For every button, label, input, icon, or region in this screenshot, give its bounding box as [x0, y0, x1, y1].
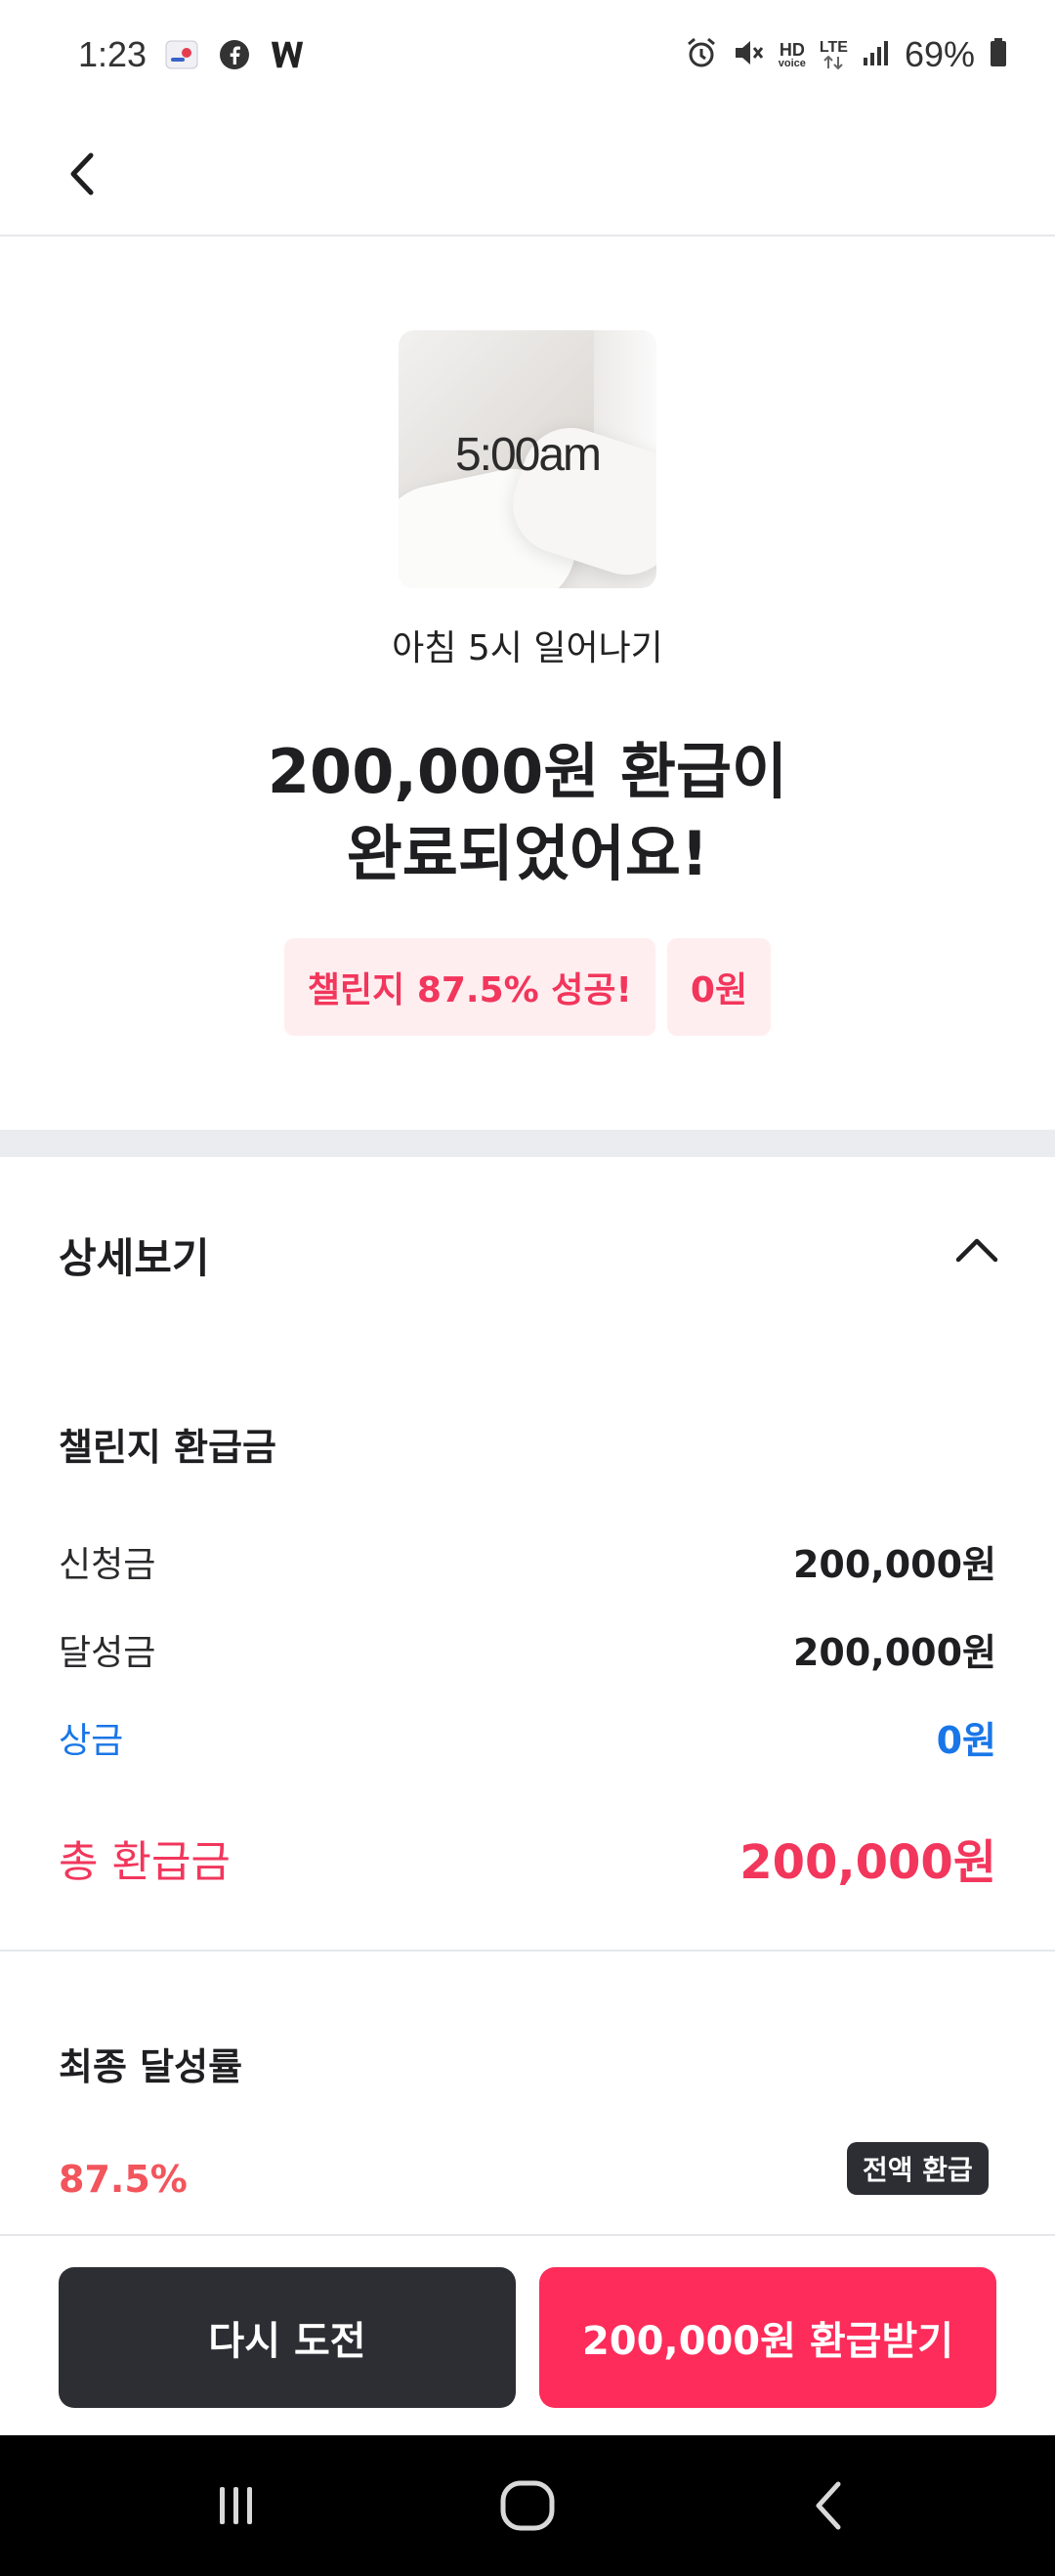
- total-refund-label: 총 환급금: [59, 1837, 231, 1887]
- refund-complete-title: 200,000원 환급이 완료되었어요!: [0, 731, 1055, 895]
- title-line-1: 200,000원 환급이: [267, 736, 788, 807]
- row-label: 상금: [59, 1720, 124, 1761]
- section-divider: [0, 1130, 1055, 1157]
- challenge-name: 아침 5시 일어나기: [392, 628, 663, 668]
- alarm-icon: [685, 36, 718, 73]
- status-bar: 1:23 HD voice LTE 69%: [0, 0, 1055, 109]
- row-value: 200,000원: [792, 1631, 996, 1674]
- detail-row: 달성금 200,000원: [59, 1622, 996, 1676]
- top-app-bar: [0, 109, 1055, 236]
- total-refund-value: 200,000원: [739, 1835, 996, 1890]
- chevron-left-icon: [70, 152, 94, 195]
- retry-button[interactable]: 다시 도전: [59, 2267, 516, 2408]
- receive-refund-button[interactable]: 200,000원 환급받기: [539, 2267, 996, 2408]
- result-badges: 챌린지 87.5% 성공! 0원: [0, 938, 1055, 1036]
- mute-icon: [732, 36, 765, 73]
- recent-apps-button[interactable]: [197, 2467, 275, 2545]
- back-arrow-icon: [816, 2481, 841, 2530]
- status-left: 1:23: [78, 34, 305, 75]
- row-value: 0원: [936, 1719, 996, 1762]
- chevron-up-icon: [955, 1238, 998, 1263]
- final-rate-title: 최종 달성률: [59, 2045, 243, 2088]
- recent-apps-icon: [220, 2487, 252, 2524]
- final-rate-value: 87.5%: [59, 2158, 188, 2201]
- refund-section-title: 챌린지 환급금: [59, 1426, 276, 1469]
- total-refund-row: 총 환급금 200,000원: [59, 1824, 996, 1892]
- home-icon: [500, 2480, 555, 2531]
- details-toggle[interactable]: 상세보기: [0, 1157, 1055, 1352]
- challenge-thumbnail: 5:00am: [399, 330, 656, 588]
- lte-label: LTE: [819, 39, 848, 56]
- full-refund-badge: 전액 환급: [847, 2142, 989, 2195]
- status-right: HD voice LTE 69%: [685, 34, 1008, 75]
- hd-voice-icon: HD voice: [779, 41, 806, 69]
- prize-amount-badge: 0원: [666, 938, 772, 1036]
- system-back-button[interactable]: [789, 2467, 867, 2545]
- detail-row-prize: 상금 0원: [59, 1710, 996, 1764]
- battery-icon: [989, 37, 1008, 72]
- home-button[interactable]: [488, 2467, 567, 2545]
- success-rate-badge: 챌린지 87.5% 성공!: [283, 938, 655, 1036]
- lte-icon: LTE: [820, 40, 848, 69]
- status-time: 1:23: [78, 34, 148, 74]
- voice-label: voice: [778, 57, 806, 69]
- hd-label: HD: [779, 39, 805, 60]
- detail-row: 신청금 200,000원: [59, 1534, 996, 1588]
- signal-icon: [862, 38, 891, 71]
- bottom-action-bar: 다시 도전 200,000원 환급받기: [0, 2234, 1055, 2435]
- ytn-app-icon: [164, 37, 199, 72]
- row-label: 신청금: [59, 1544, 156, 1585]
- facebook-icon: [217, 37, 252, 72]
- w-app-icon: [270, 37, 305, 72]
- row-label: 달성금: [59, 1632, 156, 1673]
- details-title: 상세보기: [59, 1234, 210, 1282]
- title-line-2: 완료되었어요!: [346, 818, 709, 889]
- row-value: 200,000원: [792, 1543, 996, 1586]
- system-nav-bar: [0, 2435, 1055, 2576]
- section-divider: [0, 1950, 1055, 1952]
- battery-percent: 69%: [904, 34, 975, 74]
- collapse-button[interactable]: [948, 1220, 1006, 1278]
- thumbnail-time-text: 5:00am: [454, 429, 602, 481]
- back-button[interactable]: [49, 135, 117, 213]
- refund-summary: 5:00am 아침 5시 일어나기 200,000원 환급이 완료되었어요! 챌…: [0, 236, 1055, 1130]
